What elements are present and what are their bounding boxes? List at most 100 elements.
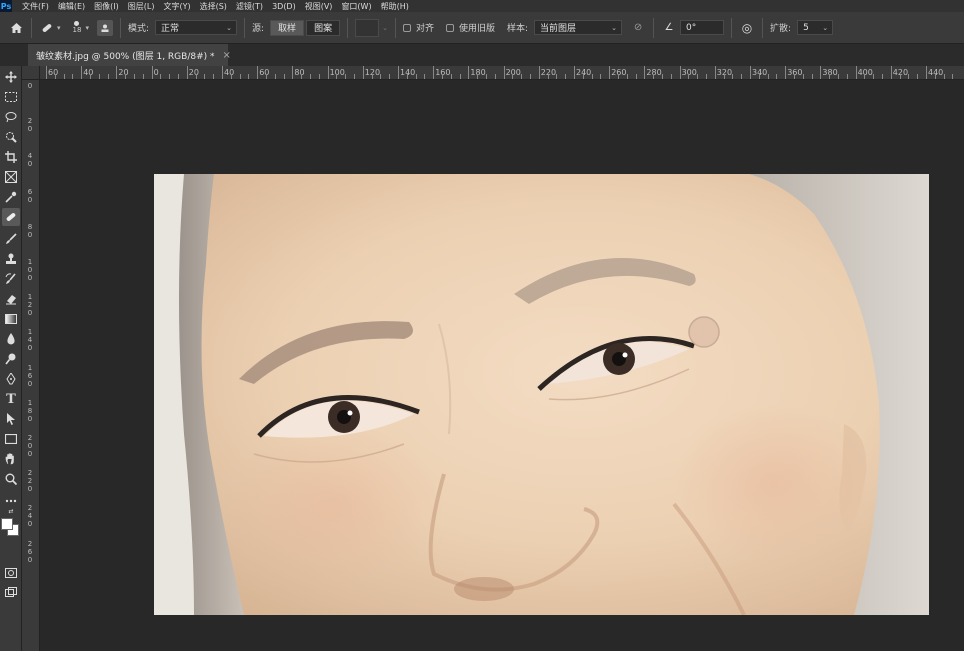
menu-help[interactable]: 帮助(H) <box>381 1 409 12</box>
aligned-checkbox[interactable]: 对齐 <box>402 21 434 34</box>
ruler-label: 40 <box>224 68 235 77</box>
ruler-label: 40 <box>27 152 33 169</box>
lasso-icon[interactable] <box>2 108 20 126</box>
ruler-minor-tick <box>943 74 945 79</box>
source-sampled-button[interactable]: 取样 <box>270 19 305 36</box>
ruler-tick <box>292 66 294 79</box>
close-icon[interactable]: × <box>223 50 231 61</box>
ruler-tick <box>116 66 118 79</box>
frame-icon[interactable] <box>2 168 20 186</box>
eraser-icon[interactable] <box>2 290 20 308</box>
rectangle-icon[interactable] <box>2 430 20 448</box>
ruler-minor-tick <box>389 74 391 79</box>
ruler-minor-tick <box>582 74 584 79</box>
history-brush-icon[interactable] <box>2 270 20 288</box>
menu-window[interactable]: 窗口(W) <box>341 1 371 12</box>
diffusion-value: 5 <box>803 22 809 33</box>
ruler-minor-tick <box>662 74 663 79</box>
chevron-down-icon: ⌄ <box>822 23 829 32</box>
source-pattern-button[interactable]: 图案 <box>306 19 341 36</box>
ruler-tick <box>538 66 540 79</box>
menu-3d[interactable]: 3D(D) <box>272 2 296 11</box>
dodge-icon[interactable] <box>2 350 20 368</box>
ruler-minor-tick <box>618 74 619 79</box>
ruler-label: 220 <box>27 469 33 494</box>
angle-input[interactable]: 0° <box>680 20 725 35</box>
ruler-minor-tick <box>776 74 778 79</box>
blur-icon[interactable] <box>2 330 20 348</box>
ruler-minor-tick <box>345 74 347 79</box>
chevron-down-icon[interactable]: ⌄ <box>382 24 388 32</box>
checkbox-icon <box>402 23 411 32</box>
legacy-checkbox[interactable]: 使用旧版 <box>445 21 495 34</box>
screen-mode-icon[interactable] <box>2 584 20 602</box>
tools-panel: T ⇄ <box>0 66 22 651</box>
ruler-label: 20 <box>27 117 33 134</box>
ruler-tick <box>186 66 188 79</box>
menu-layer[interactable]: 图层(L) <box>128 1 155 12</box>
chevron-down-icon[interactable]: ▾ <box>85 24 89 32</box>
foreground-color-swatch[interactable] <box>1 518 13 530</box>
menu-image[interactable]: 图像(I) <box>94 1 119 12</box>
ruler-tick <box>503 66 505 79</box>
home-icon[interactable] <box>8 20 24 36</box>
quick-select-icon[interactable] <box>2 128 20 146</box>
horizontal-ruler[interactable]: 60 40 20 0 20 40 60 80 100 120 140 160 180 200 220 240 2… <box>40 66 964 80</box>
path-select-icon[interactable] <box>2 410 20 428</box>
move-icon[interactable] <box>2 68 20 86</box>
menu-view[interactable]: 视图(V) <box>305 1 333 12</box>
ruler-origin[interactable] <box>22 66 40 80</box>
ignore-adjustment-layers-icon[interactable]: ⊘ <box>630 20 646 36</box>
ruler-minor-tick <box>626 74 628 79</box>
menu-edit[interactable]: 编辑(E) <box>58 1 85 12</box>
type-icon[interactable]: T <box>2 390 20 408</box>
menu-select[interactable]: 选择(S) <box>200 1 227 12</box>
diffusion-select[interactable]: 5 ⌄ <box>797 20 834 35</box>
crop-icon[interactable] <box>2 148 20 166</box>
canvas-area[interactable] <box>40 80 964 651</box>
sample-select[interactable]: 当前图层 ⌄ <box>534 20 623 35</box>
vertical-ruler[interactable]: 0 20 40 60 80 100 120 140 160 180 200 220 240 260 <box>22 80 40 651</box>
document-image[interactable] <box>154 174 929 615</box>
ruler-minor-tick <box>829 74 831 79</box>
swap-colors-icon[interactable]: ⇄ <box>2 506 20 516</box>
hand-icon[interactable] <box>2 450 20 468</box>
menu-filter[interactable]: 滤镜(T) <box>236 1 263 12</box>
divider <box>244 17 245 38</box>
healing-brush-icon[interactable] <box>2 208 20 226</box>
ruler-tick <box>574 66 575 79</box>
photoshop-logo[interactable]: Ps <box>0 0 12 12</box>
ruler-minor-tick <box>934 74 936 79</box>
divider <box>31 17 32 38</box>
gradient-icon[interactable] <box>2 310 20 328</box>
ruler-minor-tick <box>697 74 699 79</box>
brush-size-picker[interactable]: 18 <box>73 21 81 34</box>
ruler-minor-tick <box>556 74 558 79</box>
options-bar: ▾ 18 ▾ 模式: 正常 ⌄ 源: 取样 图案 ⌄ 对齐 使用旧版 样本: 当… <box>0 12 964 44</box>
pressure-size-icon[interactable]: ◎ <box>739 20 755 36</box>
ruler-label: 0 <box>27 82 33 90</box>
eyedropper-icon[interactable] <box>2 188 20 206</box>
ruler-minor-tick <box>494 74 496 79</box>
ruler-label: 40 <box>83 68 94 77</box>
ruler-minor-tick <box>195 74 197 79</box>
tool-preset-picker[interactable]: ▾ <box>39 20 61 36</box>
ruler-tick <box>714 66 716 79</box>
marquee-icon[interactable] <box>2 88 20 106</box>
menu-type[interactable]: 文字(Y) <box>163 1 190 12</box>
pen-icon[interactable] <box>2 370 20 388</box>
zoom-icon[interactable] <box>2 470 20 488</box>
brush-icon[interactable] <box>2 230 20 248</box>
quick-mask-icon[interactable] <box>2 564 20 582</box>
document-tab[interactable]: 皱纹素材.jpg @ 500% (图层 1, RGB/8#) * × <box>28 44 231 66</box>
mode-select[interactable]: 正常 ⌄ <box>155 20 237 35</box>
ruler-minor-tick <box>239 74 241 79</box>
divider <box>119 17 121 38</box>
ruler-minor-tick <box>204 74 206 79</box>
ruler-minor-tick <box>670 74 672 79</box>
pattern-picker[interactable] <box>355 18 380 37</box>
menu-file[interactable]: 文件(F) <box>22 1 49 12</box>
brush-settings-icon[interactable] <box>96 19 113 36</box>
ruler-tick <box>46 66 47 79</box>
clone-stamp-icon[interactable] <box>2 250 20 268</box>
